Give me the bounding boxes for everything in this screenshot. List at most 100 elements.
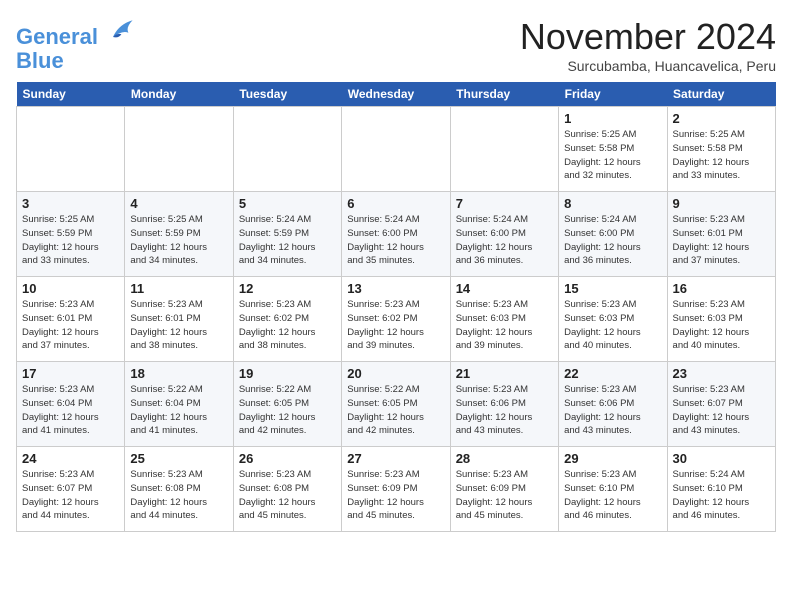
day-number-4: 4 — [130, 196, 227, 211]
day-number-13: 13 — [347, 281, 444, 296]
day-number-6: 6 — [347, 196, 444, 211]
weekday-header-tuesday: Tuesday — [233, 82, 341, 107]
day-cell-30: 30Sunrise: 5:24 AMSunset: 6:10 PMDayligh… — [667, 447, 775, 532]
day-number-25: 25 — [130, 451, 227, 466]
weekday-header-wednesday: Wednesday — [342, 82, 450, 107]
day-info-7: Sunrise: 5:24 AMSunset: 6:00 PMDaylight:… — [456, 213, 553, 268]
day-info-21: Sunrise: 5:23 AMSunset: 6:06 PMDaylight:… — [456, 383, 553, 438]
day-info-15: Sunrise: 5:23 AMSunset: 6:03 PMDaylight:… — [564, 298, 661, 353]
day-number-17: 17 — [22, 366, 119, 381]
day-cell-15: 15 Sunrise: 5:23 AMSunset: 6:03 PMDayligh… — [559, 277, 667, 362]
day-number-18: 18 — [130, 366, 227, 381]
day-cell-23: 23Sunrise: 5:23 AMSunset: 6:07 PMDayligh… — [667, 362, 775, 447]
day-number-12: 12 — [239, 281, 336, 296]
day-info-26: Sunrise: 5:23 AMSunset: 6:08 PMDaylight:… — [239, 468, 336, 523]
day-cell-4: 4 Sunrise: 5:25 AMSunset: 5:59 PMDaylight… — [125, 192, 233, 277]
day-number-9: 9 — [673, 196, 770, 211]
day-number-14: 14 — [456, 281, 553, 296]
day-info-28: Sunrise: 5:23 AMSunset: 6:09 PMDaylight:… — [456, 468, 553, 523]
day-info-24: Sunrise: 5:23 AMSunset: 6:07 PMDaylight:… — [22, 468, 119, 523]
day-info-3: Sunrise: 5:25 AMSunset: 5:59 PMDaylight:… — [22, 213, 119, 268]
week-row-1: 1 Sunrise: 5:25 AMSunset: 5:58 PMDaylight… — [17, 107, 776, 192]
weekday-header-saturday: Saturday — [667, 82, 775, 107]
day-info-30: Sunrise: 5:24 AMSunset: 6:10 PMDaylight:… — [673, 468, 770, 523]
day-cell-5: 5 Sunrise: 5:24 AMSunset: 5:59 PMDaylight… — [233, 192, 341, 277]
day-number-22: 22 — [564, 366, 661, 381]
day-cell-19: 19Sunrise: 5:22 AMSunset: 6:05 PMDayligh… — [233, 362, 341, 447]
day-info-6: Sunrise: 5:24 AMSunset: 6:00 PMDaylight:… — [347, 213, 444, 268]
weekday-header-friday: Friday — [559, 82, 667, 107]
day-number-5: 5 — [239, 196, 336, 211]
day-number-15: 15 — [564, 281, 661, 296]
empty-cell — [342, 107, 450, 192]
day-info-1: Sunrise: 5:25 AMSunset: 5:58 PMDaylight:… — [564, 128, 661, 183]
header: General Blue November 2024 Surcubamba, H… — [16, 16, 776, 74]
day-number-27: 27 — [347, 451, 444, 466]
day-cell-3: 3 Sunrise: 5:25 AMSunset: 5:59 PMDaylight… — [17, 192, 125, 277]
day-cell-7: 7 Sunrise: 5:24 AMSunset: 6:00 PMDaylight… — [450, 192, 558, 277]
day-number-7: 7 — [456, 196, 553, 211]
logo: General Blue — [16, 16, 134, 73]
day-info-14: Sunrise: 5:23 AMSunset: 6:03 PMDaylight:… — [456, 298, 553, 353]
day-cell-25: 25 Sunrise: 5:23 AMSunset: 6:08 PMDayligh… — [125, 447, 233, 532]
month-title: November 2024 — [520, 16, 776, 58]
day-info-17: Sunrise: 5:23 AMSunset: 6:04 PMDaylight:… — [22, 383, 119, 438]
day-info-25: Sunrise: 5:23 AMSunset: 6:08 PMDaylight:… — [130, 468, 227, 523]
day-info-5: Sunrise: 5:24 AMSunset: 5:59 PMDaylight:… — [239, 213, 336, 268]
day-info-22: Sunrise: 5:23 AMSunset: 6:06 PMDaylight:… — [564, 383, 661, 438]
week-row-2: 3 Sunrise: 5:25 AMSunset: 5:59 PMDaylight… — [17, 192, 776, 277]
day-number-10: 10 — [22, 281, 119, 296]
day-cell-20: 20 Sunrise: 5:22 AMSunset: 6:05 PMDayligh… — [342, 362, 450, 447]
day-info-19: Sunrise: 5:22 AMSunset: 6:05 PMDaylight:… — [239, 383, 336, 438]
day-cell-29: 29 Sunrise: 5:23 AMSunset: 6:10 PMDayligh… — [559, 447, 667, 532]
day-info-2: Sunrise: 5:25 AMSunset: 5:58 PMDaylight:… — [673, 128, 770, 183]
day-info-29: Sunrise: 5:23 AMSunset: 6:10 PMDaylight:… — [564, 468, 661, 523]
empty-cell — [17, 107, 125, 192]
day-number-24: 24 — [22, 451, 119, 466]
day-info-13: Sunrise: 5:23 AMSunset: 6:02 PMDaylight:… — [347, 298, 444, 353]
day-info-10: Sunrise: 5:23 AMSunset: 6:01 PMDaylight:… — [22, 298, 119, 353]
day-number-23: 23 — [673, 366, 770, 381]
day-cell-28: 28 Sunrise: 5:23 AMSunset: 6:09 PMDayligh… — [450, 447, 558, 532]
week-row-4: 17 Sunrise: 5:23 AMSunset: 6:04 PMDayligh… — [17, 362, 776, 447]
weekday-header-row: SundayMondayTuesdayWednesdayThursdayFrid… — [17, 82, 776, 107]
day-number-2: 2 — [673, 111, 770, 126]
day-cell-27: 27Sunrise: 5:23 AMSunset: 6:09 PMDayligh… — [342, 447, 450, 532]
day-cell-2: 2 Sunrise: 5:25 AMSunset: 5:58 PMDaylight… — [667, 107, 775, 192]
day-info-4: Sunrise: 5:25 AMSunset: 5:59 PMDaylight:… — [130, 213, 227, 268]
day-info-12: Sunrise: 5:23 AMSunset: 6:02 PMDaylight:… — [239, 298, 336, 353]
day-number-26: 26 — [239, 451, 336, 466]
day-cell-26: 26 Sunrise: 5:23 AMSunset: 6:08 PMDayligh… — [233, 447, 341, 532]
day-number-8: 8 — [564, 196, 661, 211]
day-cell-17: 17 Sunrise: 5:23 AMSunset: 6:04 PMDayligh… — [17, 362, 125, 447]
day-cell-22: 22 Sunrise: 5:23 AMSunset: 6:06 PMDayligh… — [559, 362, 667, 447]
day-cell-1: 1 Sunrise: 5:25 AMSunset: 5:58 PMDaylight… — [559, 107, 667, 192]
day-number-1: 1 — [564, 111, 661, 126]
day-info-18: Sunrise: 5:22 AMSunset: 6:04 PMDaylight:… — [130, 383, 227, 438]
weekday-header-thursday: Thursday — [450, 82, 558, 107]
day-cell-11: 11 Sunrise: 5:23 AMSunset: 6:01 PMDayligh… — [125, 277, 233, 362]
location-title: Surcubamba, Huancavelica, Peru — [520, 58, 776, 74]
day-info-11: Sunrise: 5:23 AMSunset: 6:01 PMDaylight:… — [130, 298, 227, 353]
day-number-20: 20 — [347, 366, 444, 381]
weekday-header-sunday: Sunday — [17, 82, 125, 107]
day-cell-6: 6 Sunrise: 5:24 AMSunset: 6:00 PMDaylight… — [342, 192, 450, 277]
day-info-20: Sunrise: 5:22 AMSunset: 6:05 PMDaylight:… — [347, 383, 444, 438]
day-number-28: 28 — [456, 451, 553, 466]
day-cell-10: 10 Sunrise: 5:23 AMSunset: 6:01 PMDayligh… — [17, 277, 125, 362]
logo-blue-text: Blue — [16, 49, 134, 73]
day-info-9: Sunrise: 5:23 AMSunset: 6:01 PMDaylight:… — [673, 213, 770, 268]
logo-text: General — [16, 16, 134, 49]
day-cell-16: 16Sunrise: 5:23 AMSunset: 6:03 PMDayligh… — [667, 277, 775, 362]
empty-cell — [125, 107, 233, 192]
week-row-3: 10 Sunrise: 5:23 AMSunset: 6:01 PMDayligh… — [17, 277, 776, 362]
weekday-header-monday: Monday — [125, 82, 233, 107]
day-cell-21: 21Sunrise: 5:23 AMSunset: 6:06 PMDayligh… — [450, 362, 558, 447]
title-section: November 2024 Surcubamba, Huancavelica, … — [520, 16, 776, 74]
day-info-16: Sunrise: 5:23 AMSunset: 6:03 PMDaylight:… — [673, 298, 770, 353]
day-number-11: 11 — [130, 281, 227, 296]
day-cell-9: 9 Sunrise: 5:23 AMSunset: 6:01 PMDaylight… — [667, 192, 775, 277]
day-number-3: 3 — [22, 196, 119, 211]
day-number-29: 29 — [564, 451, 661, 466]
day-cell-14: 14 Sunrise: 5:23 AMSunset: 6:03 PMDayligh… — [450, 277, 558, 362]
